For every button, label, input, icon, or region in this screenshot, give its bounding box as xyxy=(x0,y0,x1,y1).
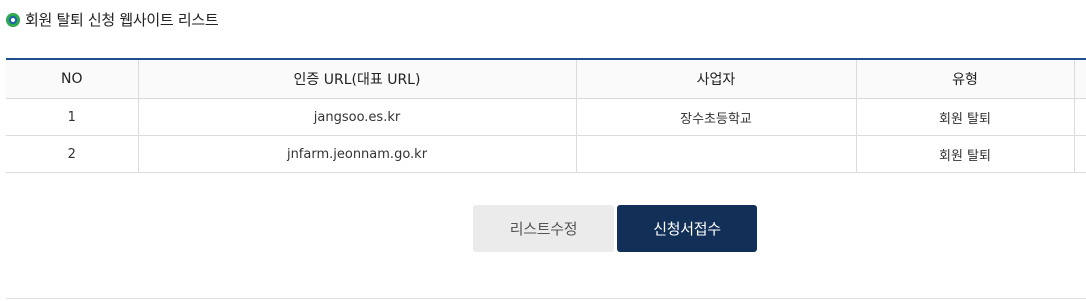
bottom-divider xyxy=(6,298,1086,299)
section-header: 회원 탈퇴 신청 웹사이트 리스트 xyxy=(6,9,219,30)
circle-bullet-icon xyxy=(6,12,20,27)
action-buttons: 리스트수정 신청서접수 xyxy=(473,205,757,252)
cell-url: jnfarm.jeonnam.go.kr xyxy=(138,135,577,173)
section-title: 회원 탈퇴 신청 웹사이트 리스트 xyxy=(25,11,219,29)
cell-type: 회원 탈퇴 xyxy=(856,135,1075,173)
table-row: 2 jnfarm.jeonnam.go.kr 회원 탈퇴 xyxy=(6,135,1086,173)
column-header-extra xyxy=(1074,59,1086,99)
cell-url: jangsoo.es.kr xyxy=(138,98,577,136)
website-list-table: NO 인증 URL(대표 URL) 사업자 유형 1 jangsoo.es.kr… xyxy=(6,58,1086,173)
cell-type: 회원 탈퇴 xyxy=(856,98,1075,136)
cell-business: 장수초등학교 xyxy=(576,98,857,136)
submit-application-button[interactable]: 신청서접수 xyxy=(617,205,757,252)
column-header-url: 인증 URL(대표 URL) xyxy=(138,59,577,99)
column-header-no: NO xyxy=(6,59,139,99)
cell-extra xyxy=(1074,98,1086,136)
table-row: 1 jangsoo.es.kr 장수초등학교 회원 탈퇴 xyxy=(6,98,1086,136)
table-header-row: NO 인증 URL(대표 URL) 사업자 유형 xyxy=(6,59,1086,99)
page: 회원 탈퇴 신청 웹사이트 리스트 NO 인증 URL(대표 URL) 사업자 … xyxy=(0,0,1086,301)
column-header-business: 사업자 xyxy=(576,59,857,99)
cell-extra xyxy=(1074,135,1086,173)
column-header-type: 유형 xyxy=(856,59,1075,99)
cell-no: 2 xyxy=(6,135,139,173)
cell-business xyxy=(576,135,857,173)
cell-no: 1 xyxy=(6,98,139,136)
edit-list-button[interactable]: 리스트수정 xyxy=(473,205,614,252)
